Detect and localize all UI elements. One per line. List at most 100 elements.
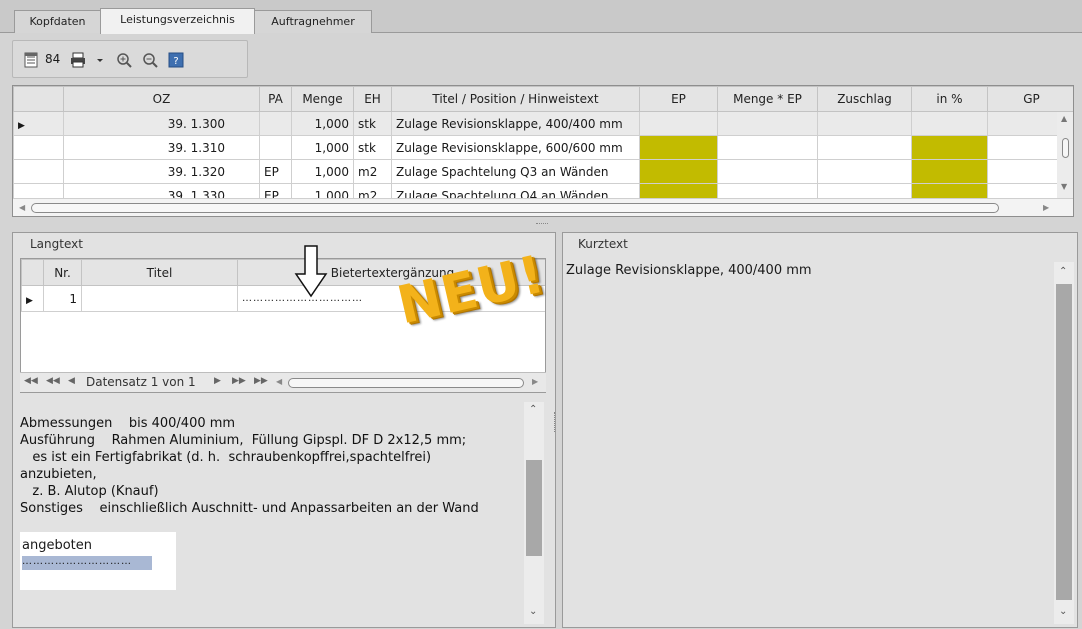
grid-vertical-scrollbar[interactable]: ▲ ▼ bbox=[1057, 112, 1073, 198]
scroll-left-icon[interactable]: ◀ bbox=[19, 203, 25, 212]
print-options-dropdown-icon[interactable] bbox=[91, 51, 109, 69]
nav-last-icon[interactable]: ▶▶ bbox=[254, 376, 268, 386]
vertical-splitter[interactable] bbox=[554, 412, 557, 432]
bietertext-fill-field[interactable]: ………………………… bbox=[22, 556, 152, 570]
grid-horizontal-scrollbar[interactable]: ◀ ▶ bbox=[13, 198, 1073, 216]
cell-oz[interactable]: 39. 1.320 bbox=[63, 159, 260, 184]
cell-oz[interactable]: 39. 1.300 bbox=[63, 111, 260, 136]
scroll-up-icon[interactable]: ⌃ bbox=[1059, 266, 1067, 277]
cell-titel[interactable]: Zulage Spachtelung Q3 an Wänden bbox=[391, 159, 640, 184]
scroll-down-icon[interactable]: ⌄ bbox=[1059, 606, 1067, 617]
grid-header-row: OZ PA Menge EH Titel / Position / Hinwei… bbox=[13, 86, 1073, 112]
kurztext-content[interactable]: Zulage Revisionsklappe, 400/400 mm bbox=[566, 263, 812, 278]
cell-in-percent[interactable] bbox=[911, 111, 988, 136]
column-header-zuschlag[interactable]: Zuschlag bbox=[817, 86, 912, 112]
langtext-vertical-scrollbar[interactable]: ⌃ ⌄ bbox=[524, 402, 544, 624]
column-header-nr[interactable]: Nr. bbox=[43, 259, 82, 286]
langtext-line: anzubieten, bbox=[20, 467, 97, 482]
cell-menge[interactable]: 1,000 bbox=[291, 159, 354, 184]
cell-titel[interactable]: Zulage Revisionsklappe, 600/600 mm bbox=[391, 135, 640, 160]
langtext-line: es ist ein Fertigfabrikat (d. h. schraub… bbox=[20, 450, 432, 465]
scrollbar-thumb[interactable] bbox=[31, 203, 999, 213]
scroll-left-icon[interactable]: ◀ bbox=[276, 377, 282, 386]
row-indicator[interactable]: ▶ bbox=[21, 285, 44, 312]
cell-nr[interactable]: 1 bbox=[43, 285, 82, 312]
cell-zuschlag[interactable] bbox=[817, 135, 912, 160]
cell-in-percent[interactable] bbox=[911, 135, 988, 160]
nav-next-icon[interactable]: ▶ bbox=[214, 376, 221, 386]
cell-pa[interactable]: EP bbox=[259, 159, 292, 184]
tab-leistungsverzeichnis[interactable]: Leistungsverzeichnis bbox=[100, 8, 255, 34]
current-row-arrow-icon: ▶ bbox=[18, 120, 25, 131]
scroll-down-icon[interactable]: ▼ bbox=[1061, 182, 1067, 191]
cell-pa[interactable] bbox=[259, 135, 292, 160]
zoom-out-icon[interactable] bbox=[141, 51, 159, 69]
horizontal-splitter[interactable] bbox=[536, 223, 548, 226]
column-header-eh[interactable]: EH bbox=[353, 86, 392, 112]
cell-zuschlag[interactable] bbox=[817, 111, 912, 136]
column-header-gp[interactable]: GP bbox=[987, 86, 1073, 112]
kurztext-title: Kurztext bbox=[578, 237, 628, 251]
cell-titel[interactable] bbox=[81, 285, 238, 312]
cell-menge[interactable]: 1,000 bbox=[291, 111, 354, 136]
column-header-pa[interactable]: PA bbox=[259, 86, 292, 112]
cell-menge-ep[interactable] bbox=[717, 135, 818, 160]
table-row[interactable]: 39. 1.320 EP 1,000 m2 Zulage Spachtelung… bbox=[13, 159, 1073, 184]
cell-eh[interactable]: m2 bbox=[353, 159, 392, 184]
scrollbar-thumb[interactable] bbox=[1056, 284, 1072, 600]
table-row[interactable]: ▶ 39. 1.300 1,000 stk Zulage Revisionskl… bbox=[13, 111, 1073, 136]
tab-label: Kopfdaten bbox=[29, 15, 86, 28]
nav-first-icon[interactable]: ◀◀ bbox=[24, 376, 38, 386]
cell-ep[interactable] bbox=[639, 159, 718, 184]
grid-settings-icon[interactable] bbox=[23, 51, 41, 69]
angeboten-box[interactable]: angeboten ………………………… bbox=[20, 532, 176, 590]
cell-oz[interactable]: 39. 1.310 bbox=[63, 135, 260, 160]
langtext-editor[interactable]: Abmessungen bis 400/400 mm Ausführung Ra… bbox=[18, 398, 548, 626]
column-header-titel[interactable]: Titel / Position / Hinweistext bbox=[391, 86, 640, 112]
scrollbar-thumb[interactable] bbox=[526, 460, 542, 556]
kurztext-vertical-scrollbar[interactable]: ⌃ ⌄ bbox=[1054, 262, 1074, 624]
tab-bar: Kopfdaten Leistungsverzeichnis Auftragne… bbox=[0, 0, 1082, 34]
cell-pa[interactable] bbox=[259, 111, 292, 136]
count-label: 84 bbox=[45, 52, 61, 66]
cell-menge-ep[interactable] bbox=[717, 159, 818, 184]
scroll-down-icon[interactable]: ⌄ bbox=[529, 606, 537, 617]
scroll-right-icon[interactable]: ▶ bbox=[1043, 203, 1049, 212]
nav-prev-icon[interactable]: ◀ bbox=[68, 376, 75, 386]
scroll-right-icon[interactable]: ▶ bbox=[532, 377, 538, 386]
record-counter: Datensatz 1 von 1 bbox=[86, 375, 196, 389]
scrollbar-thumb[interactable] bbox=[1062, 138, 1069, 158]
tab-auftragnehmer[interactable]: Auftragnehmer bbox=[254, 10, 372, 33]
zoom-in-icon[interactable] bbox=[115, 51, 133, 69]
cell-in-percent[interactable] bbox=[911, 159, 988, 184]
cell-titel[interactable]: Zulage Revisionsklappe, 400/400 mm bbox=[391, 111, 640, 136]
positions-grid: OZ PA Menge EH Titel / Position / Hinwei… bbox=[12, 85, 1074, 217]
scroll-up-icon[interactable]: ▲ bbox=[1061, 114, 1067, 123]
table-row[interactable]: 39. 1.310 1,000 stk Zulage Revisionsklap… bbox=[13, 135, 1073, 160]
column-header-titel[interactable]: Titel bbox=[81, 259, 238, 286]
toolbar: 84 ? bbox=[12, 40, 248, 78]
scrollbar-thumb[interactable] bbox=[288, 378, 524, 388]
cell-ep[interactable] bbox=[639, 135, 718, 160]
column-header-menge-ep[interactable]: Menge * EP bbox=[717, 86, 818, 112]
column-header-oz[interactable]: OZ bbox=[63, 86, 260, 112]
print-icon[interactable] bbox=[69, 51, 87, 69]
tab-kopfdaten[interactable]: Kopfdaten bbox=[14, 10, 101, 33]
cell-ep[interactable] bbox=[639, 111, 718, 136]
row-indicator[interactable] bbox=[13, 159, 64, 184]
nav-next-page-icon[interactable]: ▶▶ bbox=[232, 376, 246, 386]
column-header-in-percent[interactable]: in % bbox=[911, 86, 988, 112]
cell-eh[interactable]: stk bbox=[353, 135, 392, 160]
row-indicator[interactable]: ▶ bbox=[13, 111, 64, 136]
cell-menge-ep[interactable] bbox=[717, 111, 818, 136]
row-indicator[interactable] bbox=[13, 135, 64, 160]
help-icon[interactable]: ? bbox=[167, 51, 185, 69]
column-header-ep[interactable]: EP bbox=[639, 86, 718, 112]
column-header-menge[interactable]: Menge bbox=[291, 86, 354, 112]
cell-zuschlag[interactable] bbox=[817, 159, 912, 184]
cell-eh[interactable]: stk bbox=[353, 111, 392, 136]
scroll-up-icon[interactable]: ⌃ bbox=[529, 404, 537, 415]
nav-prev-page-icon[interactable]: ◀◀ bbox=[46, 376, 60, 386]
cell-menge[interactable]: 1,000 bbox=[291, 135, 354, 160]
tab-label: Auftragnehmer bbox=[271, 15, 355, 28]
